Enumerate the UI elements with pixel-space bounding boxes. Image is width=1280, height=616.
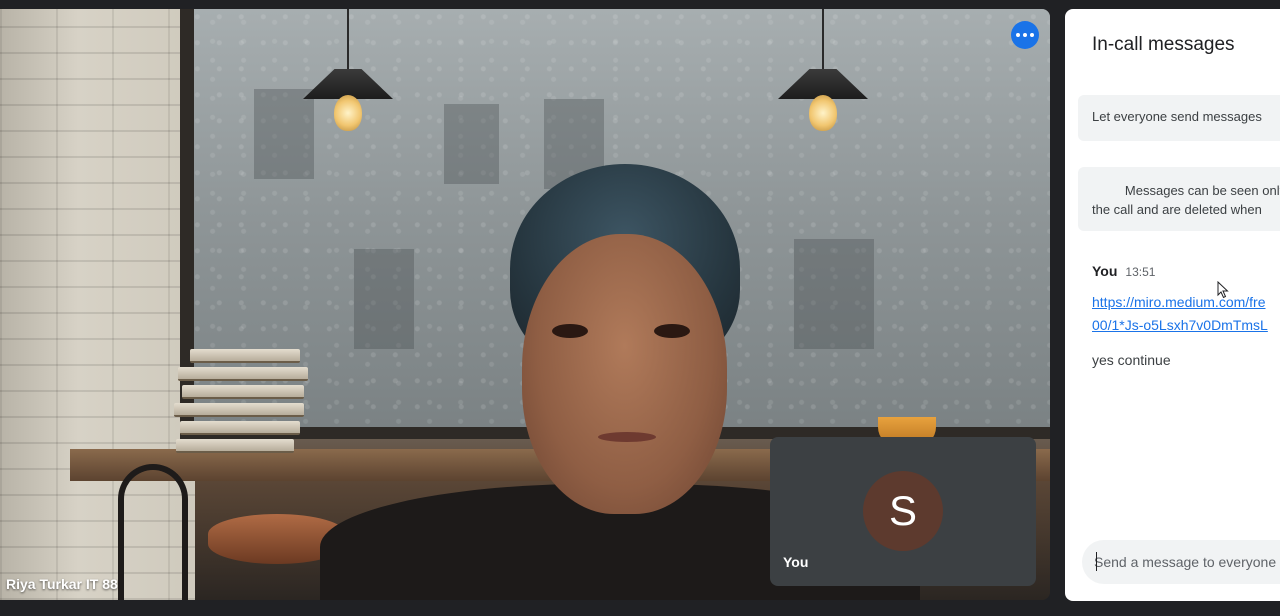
message-link-line2[interactable]: 00/1*Js-o5Lsxh7v0DmTmsL <box>1092 317 1268 333</box>
more-horizontal-icon <box>1016 33 1020 37</box>
message-link-line1[interactable]: https://miro.medium.com/fre <box>1092 294 1266 310</box>
text-caret <box>1096 552 1097 571</box>
background-building-window <box>354 249 414 349</box>
chat-message: You 13:51 https://miro.medium.com/fre 00… <box>1092 263 1280 368</box>
pendant-lamp-right <box>778 9 868 131</box>
more-horizontal-icon-dot <box>1030 33 1034 37</box>
in-call-messages-panel: In-call messages Let everyone send messa… <box>1065 9 1280 601</box>
self-view-tile[interactable]: S You <box>770 437 1036 586</box>
message-text: yes continue <box>1092 352 1171 368</box>
background-umbrella <box>118 464 188 600</box>
meeting-stage: Riya Turkar IT 88 S You In-call messages… <box>0 0 1280 616</box>
pendant-lamp-left <box>303 9 393 131</box>
background-book-stack <box>172 349 308 461</box>
let-everyone-send-messages-toggle[interactable]: Let everyone send messages <box>1078 95 1280 141</box>
more-horizontal-icon-dot <box>1023 33 1027 37</box>
background-building-window <box>794 239 874 349</box>
mouse-pointer-icon <box>1217 281 1229 299</box>
send-message-input[interactable] <box>1082 540 1280 584</box>
info-text-line1: Messages can be seen only <box>1124 183 1280 198</box>
message-timestamp: 13:51 <box>1125 265 1156 279</box>
more-options-button[interactable] <box>1011 21 1039 49</box>
participant-name-label: Riya Turkar IT 88 <box>6 576 118 592</box>
panel-title: In-call messages <box>1092 34 1235 55</box>
message-link[interactable]: https://miro.medium.com/fre 00/1*Js-o5Ls… <box>1092 291 1280 337</box>
self-view-label: You <box>783 554 809 570</box>
participant-person <box>320 164 920 600</box>
message-sender: You <box>1092 263 1118 279</box>
messages-info-box: Messages can be seen only the call and a… <box>1078 167 1280 231</box>
info-text-line2: the call and are deleted when <box>1092 202 1262 217</box>
avatar: S <box>863 471 943 551</box>
